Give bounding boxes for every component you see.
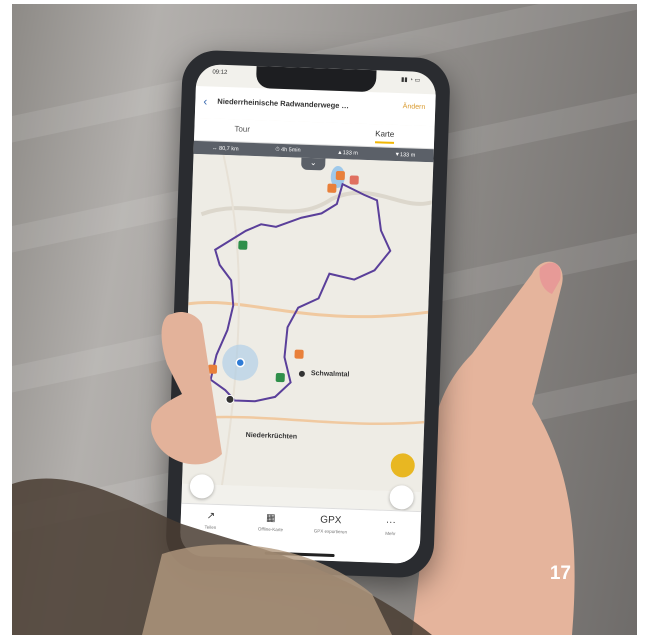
photo-scene: 09:12 ▮▮ ◔ ▭ ‹ Niederrheinische Radwande… [0, 0, 649, 639]
tour-title: Niederrheinische Radwanderwege … [217, 96, 350, 111]
map-town-label: Schwalmtal [310, 370, 350, 379]
page-number: 17 [549, 563, 571, 584]
status-time: 09:12 [212, 69, 228, 77]
descent-stat: ▼133 m [394, 151, 416, 159]
notch [255, 66, 377, 93]
ascent-stat: ▲133 m [337, 149, 359, 157]
photograph: 09:12 ▮▮ ◔ ▭ ‹ Niederrheinische Radwande… [12, 4, 637, 635]
blurred-foreground [12, 478, 432, 635]
distance-stat: ↔ 80,7 km [211, 145, 239, 152]
back-icon[interactable]: ‹ [203, 94, 207, 108]
duration-stat: ⏱ 4h 5min [275, 146, 301, 154]
tab-karte[interactable]: Karte [374, 129, 395, 144]
chevron-down-icon[interactable]: ⌄ [301, 157, 326, 171]
tab-tour[interactable]: Tour [234, 124, 250, 134]
status-icons: ▮▮ ◔ ▭ [400, 77, 421, 84]
edit-button[interactable]: Ändern [403, 103, 426, 111]
